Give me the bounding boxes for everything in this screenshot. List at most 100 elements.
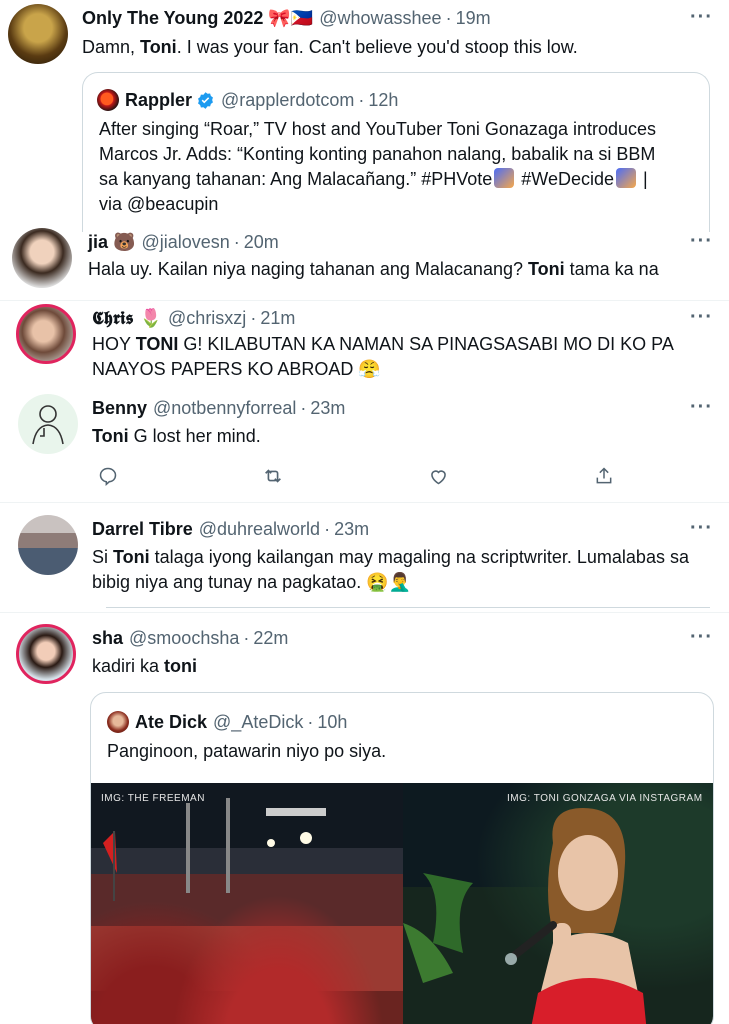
- user-handle[interactable]: @smoochsha: [129, 628, 239, 649]
- text-line: HOY TONI G! KILABUTAN KA NAMAN SA PINAGS…: [92, 332, 712, 357]
- person-sketch-icon: [32, 405, 64, 445]
- singer-image[interactable]: IMG: TONI GONZAGA VIA INSTAGRAM: [403, 783, 713, 1024]
- quoted-text: After singing “Roar,” TV host and YouTub…: [99, 117, 704, 217]
- reply-icon[interactable]: [96, 464, 120, 488]
- text-segment: Hala uy. Kailan niya naging tahanan ang …: [88, 259, 528, 279]
- text-segment: Si: [92, 547, 114, 567]
- tweet-header: Benny @notbennyforreal · 23m: [92, 398, 345, 419]
- user-handle[interactable]: @duhrealworld: [199, 519, 320, 540]
- text-segment: . I was your fan. Can't believe you'd st…: [176, 37, 578, 57]
- timestamp[interactable]: 20m: [244, 232, 279, 253]
- display-name[interactable]: 𝕮𝖍𝖗𝖎𝖘 🌷: [92, 308, 162, 329]
- text-line: via @beacupin: [99, 194, 219, 214]
- tweet-header: 𝕮𝖍𝖗𝖎𝖘 🌷 @chrisxzj · 21m: [92, 308, 295, 329]
- tweet-6[interactable]: sha @smoochsha · 22m ··· kadiri ka toni …: [0, 614, 729, 1024]
- text-line: bibig niya ang tunay na pagkatao. 🤮🤦‍♂️: [92, 572, 412, 592]
- text-line: Marcos Jr. Adds: “Konting konting panaho…: [99, 144, 656, 164]
- text-bold: Toni: [140, 37, 177, 57]
- timestamp: 12h: [368, 89, 399, 110]
- quoted-header: Ate Dick @_AteDick · 10h: [107, 711, 347, 733]
- hashtag-phvote: sa kanyang tahanan: Ang Malacañang.” #PH…: [99, 169, 493, 189]
- tweet-text: kadiri ka toni: [92, 654, 197, 679]
- tweet-header: jia 🐻 @jialovesn · 20m: [88, 232, 279, 253]
- tweet-text: Toni G lost her mind.: [92, 424, 261, 449]
- tweet-text: HOY TONI G! KILABUTAN KA NAMAN SA PINAGS…: [92, 332, 712, 382]
- avatar[interactable]: [18, 515, 78, 575]
- more-options-icon[interactable]: ···: [690, 396, 713, 419]
- user-handle[interactable]: @whowasshee: [319, 8, 441, 29]
- text-bold: Toni: [92, 426, 129, 446]
- text-segment: talaga iyong kailangan may magaling na s…: [149, 547, 689, 567]
- timestamp[interactable]: 21m: [260, 308, 295, 329]
- text-line: After singing “Roar,” TV host and YouTub…: [99, 119, 657, 139]
- tweet-text: Si Toni talaga iyong kailangan may magal…: [92, 545, 712, 595]
- avatar[interactable]: [12, 228, 72, 288]
- text-bold: Toni: [113, 547, 150, 567]
- avatar[interactable]: [8, 4, 68, 64]
- rally-crowd-image[interactable]: IMG: THE FREEMAN: [91, 783, 403, 1024]
- more-options-icon[interactable]: ···: [690, 517, 713, 540]
- tweet-text: Hala uy. Kailan niya naging tahanan ang …: [88, 257, 659, 282]
- separator-dot: ·: [445, 8, 452, 28]
- retweet-icon[interactable]: [261, 464, 285, 488]
- tweet-header: sha @smoochsha · 22m: [92, 628, 288, 649]
- display-name[interactable]: sha: [92, 628, 123, 649]
- separator-dot: ·: [324, 519, 331, 539]
- display-name[interactable]: Benny: [92, 398, 147, 419]
- text-segment: HOY: [92, 334, 136, 354]
- quoted-tweet[interactable]: Ate Dick @_AteDick · 10h Panginoon, pata…: [90, 692, 714, 1024]
- stage-lights-graphic: [103, 798, 326, 901]
- more-options-icon[interactable]: ···: [690, 6, 713, 29]
- quote-edge: [106, 607, 710, 608]
- more-options-icon[interactable]: ···: [690, 306, 713, 329]
- tweet-header: Darrel Tibre @duhrealworld · 23m: [92, 519, 369, 540]
- tweet-4[interactable]: Benny @notbennyforreal · 23m ··· Toni G …: [0, 390, 729, 500]
- more-options-icon[interactable]: ···: [690, 230, 713, 253]
- quoted-tweet[interactable]: Rappler @rapplerdotcom · 12h After singi…: [82, 72, 710, 232]
- tweet-header: Only The Young 2022 🎀🇵🇭 @whowasshee · 19…: [82, 8, 491, 29]
- user-handle[interactable]: @chrisxzj: [168, 308, 246, 329]
- separator-dot: ·: [300, 398, 307, 418]
- tweet-actions: [96, 464, 616, 488]
- vote-emoji-icon: [494, 168, 515, 188]
- divider: [0, 502, 729, 503]
- share-icon[interactable]: [592, 464, 616, 488]
- text-segment: Damn,: [82, 37, 141, 57]
- text-segment: G lost her mind.: [128, 426, 261, 446]
- verified-badge-icon: [198, 91, 213, 109]
- avatar[interactable]: [16, 304, 76, 364]
- tweet-3[interactable]: 𝕮𝖍𝖗𝖎𝖘 🌷 @chrisxzj · 21m ··· HOY TONI G! …: [0, 300, 729, 388]
- rappler-avatar: [97, 89, 119, 111]
- tweet-2[interactable]: jia 🐻 @jialovesn · 20m ··· Hala uy. Kail…: [0, 220, 729, 300]
- user-handle[interactable]: @jialovesn: [141, 232, 229, 253]
- display-name[interactable]: Darrel Tibre: [92, 519, 193, 540]
- divider: [0, 612, 729, 613]
- text-segment: G! KILABUTAN KA NAMAN SA PINAGSASABI MO …: [178, 334, 674, 354]
- user-handle: @rapplerdotcom: [221, 89, 355, 110]
- separator-dot: ·: [233, 232, 240, 252]
- singer-graphic: [403, 808, 647, 1024]
- display-name[interactable]: jia 🐻: [88, 232, 135, 253]
- avatar[interactable]: [16, 624, 76, 684]
- separator-dot: ·: [358, 89, 365, 110]
- tweet-5[interactable]: Darrel Tibre @duhrealworld · 23m ··· Si …: [0, 505, 729, 610]
- text-line: NAAYOS PAPERS KO ABROAD 😤: [92, 359, 381, 379]
- timestamp[interactable]: 19m: [456, 8, 491, 29]
- like-icon[interactable]: [427, 464, 451, 488]
- timestamp[interactable]: 22m: [253, 628, 288, 649]
- avatar: [107, 711, 129, 733]
- text-line: Si Toni talaga iyong kailangan may magal…: [92, 545, 712, 570]
- tweet-1[interactable]: Only The Young 2022 🎀🇵🇭 @whowasshee · 19…: [0, 0, 729, 232]
- separator-dot: ·: [307, 711, 314, 732]
- timestamp[interactable]: 23m: [310, 398, 345, 419]
- text-segment: kadiri ka: [92, 656, 165, 676]
- display-name[interactable]: Only The Young 2022 🎀🇵🇭: [82, 8, 313, 29]
- more-options-icon[interactable]: ···: [690, 626, 713, 649]
- text-bold: TONI: [135, 334, 179, 354]
- timestamp[interactable]: 23m: [334, 519, 369, 540]
- avatar[interactable]: [18, 394, 78, 454]
- text-line: sa kanyang tahanan: Ang Malacañang.” #PH…: [99, 167, 704, 192]
- user-handle[interactable]: @notbennyforreal: [153, 398, 296, 419]
- text-segment: |: [638, 169, 648, 189]
- timestamp: 10h: [317, 711, 348, 732]
